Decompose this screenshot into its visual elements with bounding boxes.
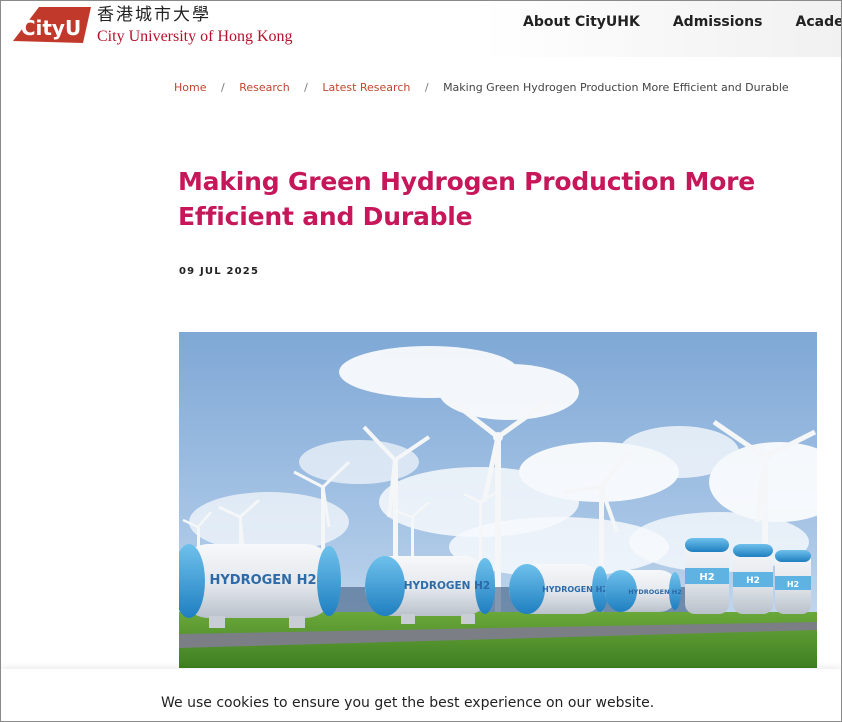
breadcrumb-separator: / xyxy=(304,81,308,94)
cookie-message: We use cookies to ensure you get the bes… xyxy=(161,695,655,711)
page-title: Making Green Hydrogen Production More Ef… xyxy=(178,167,756,231)
breadcrumb-latest-research[interactable]: Latest Research xyxy=(322,81,410,94)
nav-item-academic[interactable]: Academic xyxy=(795,13,841,31)
breadcrumb-home[interactable]: Home xyxy=(174,81,206,94)
breadcrumb: Home / Research / Latest Research / Maki… xyxy=(174,81,789,95)
nav-item-admissions[interactable]: Admissions xyxy=(673,13,763,31)
storage-cylinder: H2 xyxy=(775,550,811,614)
hero-image: HYDROGEN H2 HYDROGEN H2 HYDROGEN H2 HYDR… xyxy=(179,332,817,668)
hydrogen-tank: HYDROGEN H2 xyxy=(509,564,608,614)
cylinder-label: H2 xyxy=(787,580,799,589)
publish-date: 09 JUL 2025 xyxy=(179,266,260,277)
cookie-banner: We use cookies to ensure you get the bes… xyxy=(1,669,841,721)
nav-item-about[interactable]: About CityUHK xyxy=(523,13,640,31)
page-frame: CityU 香港城市大學 City University of Hong Kon… xyxy=(0,0,842,722)
cylinder-label: H2 xyxy=(699,572,714,583)
site-header: CityU 香港城市大學 City University of Hong Kon… xyxy=(1,1,841,57)
logo-mark-text: CityU xyxy=(21,16,81,40)
cylinder-label: H2 xyxy=(746,576,760,586)
breadcrumb-separator: / xyxy=(424,81,429,94)
logo-wordmark[interactable]: 香港城市大學 City University of Hong Kong xyxy=(97,5,293,47)
tank-label: HYDROGEN H2 xyxy=(209,573,316,588)
main-nav: About CityUHK Admissions Academic xyxy=(523,13,841,31)
cityu-logo[interactable]: CityU xyxy=(9,3,93,47)
logo-chinese-name: 香港城市大學 xyxy=(97,5,211,25)
logo-english-name: City University of Hong Kong xyxy=(97,28,293,45)
breadcrumb-current: Making Green Hydrogen Production More Ef… xyxy=(443,81,789,94)
tank-label: HYDROGEN H2 xyxy=(404,580,490,592)
breadcrumb-separator: / xyxy=(220,81,225,94)
tank-label: HYDROGEN H2 xyxy=(628,588,682,596)
breadcrumb-research[interactable]: Research xyxy=(239,81,289,94)
tank-label: HYDROGEN H2 xyxy=(542,585,608,594)
hydrogen-tank: HYDROGEN H2 xyxy=(605,570,682,612)
hydrogen-tank: HYDROGEN H2 xyxy=(179,544,341,628)
storage-cylinder: H2 xyxy=(685,538,729,614)
storage-cylinder: H2 xyxy=(733,544,773,614)
